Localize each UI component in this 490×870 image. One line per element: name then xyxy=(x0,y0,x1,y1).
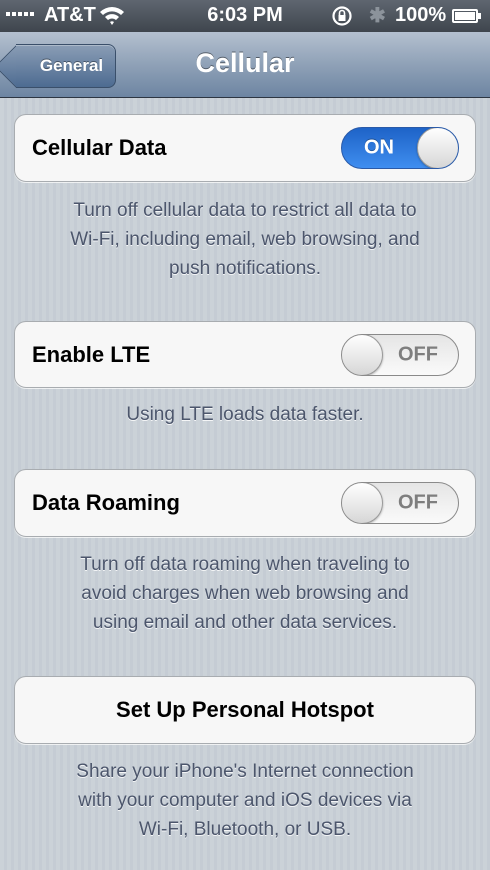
footer-line: with your computer and iOS devices via xyxy=(78,790,412,811)
toggle-state-label: ON xyxy=(364,136,394,159)
cellular-data-row: Cellular Data ON xyxy=(14,114,476,182)
back-button-general[interactable]: General xyxy=(16,44,116,88)
back-button-label: General xyxy=(39,56,104,75)
personal-hotspot-footer: Share your iPhone's Internet connection … xyxy=(14,757,476,844)
cellular-data-label: Cellular Data xyxy=(32,135,167,160)
data-roaming-toggle[interactable]: OFF xyxy=(341,482,459,524)
footer-line: Wi-Fi, including email, web browsing, an… xyxy=(70,229,420,250)
data-roaming-label: Data Roaming xyxy=(32,490,180,515)
footer-line: Turn off data roaming when traveling to xyxy=(80,554,410,575)
footer-line: Wi-Fi, Bluetooth, or USB. xyxy=(138,819,352,840)
navigation-bar: General Cellular xyxy=(0,32,490,98)
toggle-knob xyxy=(342,334,383,375)
footer-line: Using LTE loads data faster. xyxy=(126,404,364,425)
data-roaming-footer: Turn off data roaming when traveling to … xyxy=(14,550,476,637)
bluetooth-icon: ✱ xyxy=(369,5,386,27)
rotation-lock-icon xyxy=(332,6,352,26)
status-bar: AT&T 6:03 PM ✱ 100% xyxy=(0,0,490,32)
toggle-knob xyxy=(342,483,383,523)
battery-percentage: 100% xyxy=(395,4,447,26)
data-roaming-row: Data Roaming OFF xyxy=(14,469,476,537)
toggle-state-label: OFF xyxy=(398,491,438,514)
enable-lte-label: Enable LTE xyxy=(32,341,151,367)
personal-hotspot-button[interactable]: Set Up Personal Hotspot xyxy=(14,676,476,744)
enable-lte-footer: Using LTE loads data faster. xyxy=(14,400,476,429)
toggle-state-label: OFF xyxy=(398,343,438,365)
footer-line: push notifications. xyxy=(168,258,322,279)
enable-lte-row: Enable LTE OFF xyxy=(14,321,476,388)
personal-hotspot-label: Set Up Personal Hotspot xyxy=(116,697,374,722)
footer-line: avoid charges when web browsing and xyxy=(81,583,409,604)
cellular-data-toggle[interactable]: ON xyxy=(341,127,459,169)
footer-line: using email and other data services. xyxy=(92,612,398,633)
enable-lte-toggle[interactable]: OFF xyxy=(341,333,459,376)
footer-line: Share your iPhone's Internet connection xyxy=(76,761,414,782)
battery-icon xyxy=(452,9,481,23)
toggle-knob xyxy=(417,128,458,168)
cellular-data-footer: Turn off cellular data to restrict all d… xyxy=(14,196,476,283)
footer-line: Turn off cellular data to restrict all d… xyxy=(73,200,417,221)
